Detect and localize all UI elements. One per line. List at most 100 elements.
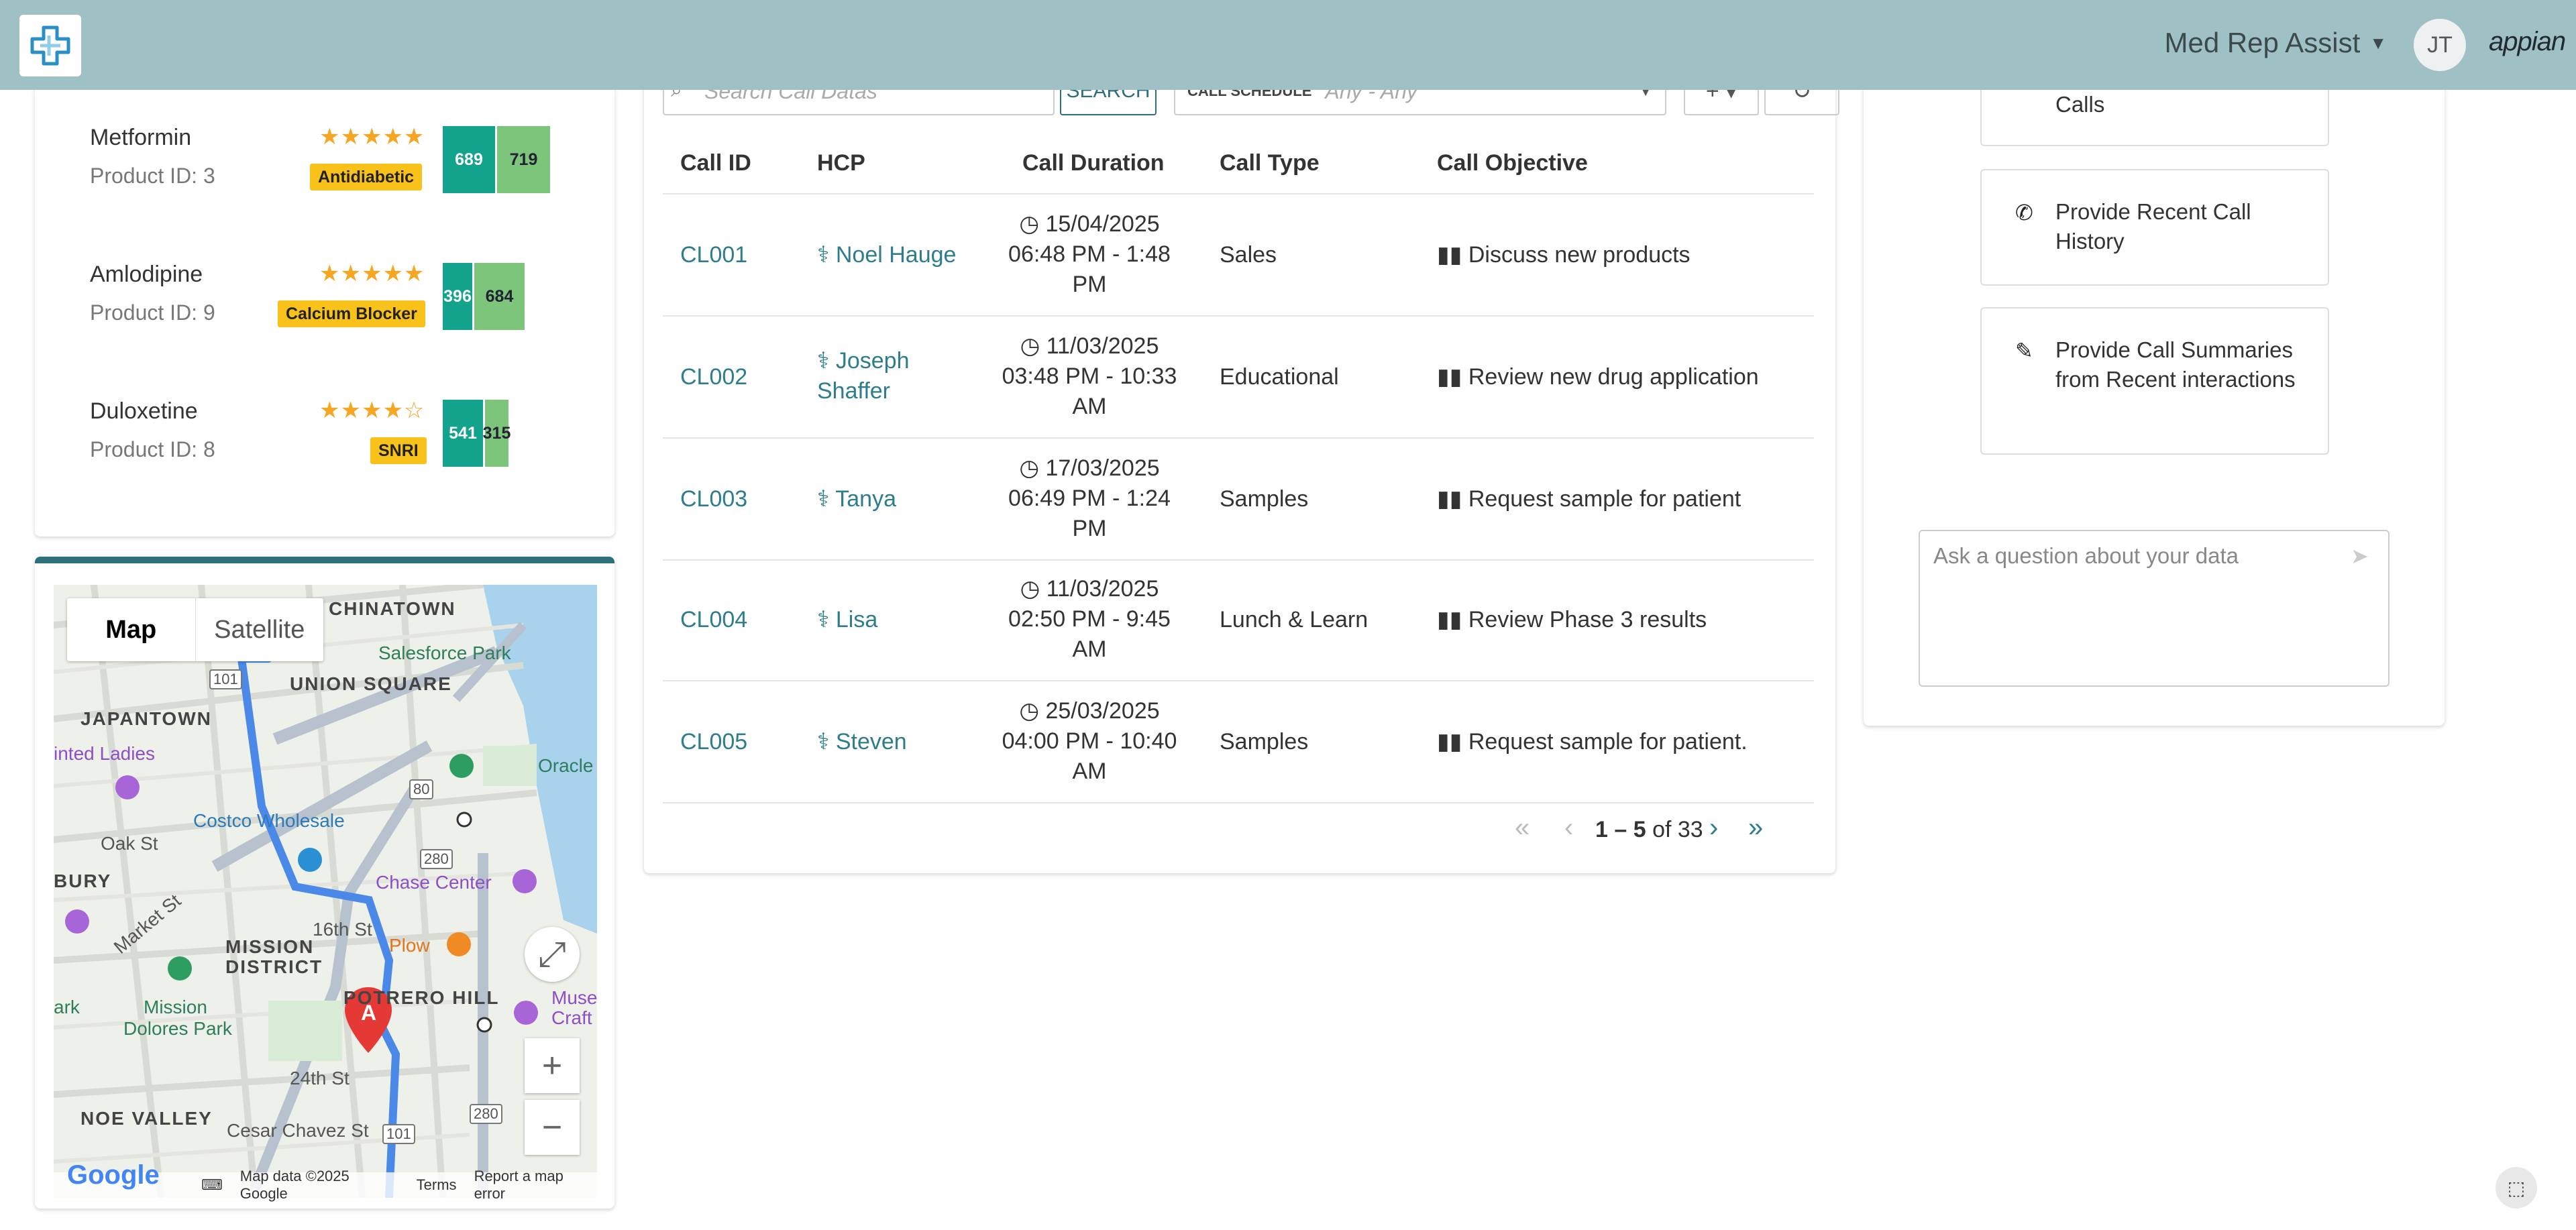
call-duration: ◷ 15/04/2025 06:48 PM - 1:48 PM (989, 209, 1190, 300)
highway-280-shield-south: 280 (470, 1104, 502, 1124)
call-id-link[interactable]: CL002 (680, 362, 747, 392)
col-header-call-id: Call ID (680, 150, 751, 176)
hcp-name: Lisa (835, 607, 878, 632)
map-tab-map[interactable]: Map (67, 598, 196, 661)
first-page-icon[interactable]: « (1515, 813, 1529, 843)
map-label-dolores-park: Dolores Park (123, 1018, 232, 1039)
col-header-call-objective: Call Objective (1437, 150, 1588, 176)
book-icon: ▮▮ (1437, 607, 1462, 632)
map-label-union-square: UNION SQUARE (290, 673, 452, 694)
map-label-salesforce-park: Salesforce Park (378, 642, 511, 663)
header-divider (663, 193, 1814, 194)
suggestion-card-calls[interactable]: Calls (1980, 80, 2329, 146)
pagination-range: 1 – 5 (1595, 817, 1646, 842)
suggestion-card-call-summaries[interactable]: ✎ Provide Call Summaries from Recent int… (1980, 307, 2329, 455)
map-label-japantown: JAPANTOWN (80, 708, 212, 729)
zoom-in-icon[interactable]: + (525, 1038, 580, 1093)
call-date: 17/03/2025 (1045, 455, 1160, 481)
call-time-suffix: AM (1072, 394, 1107, 419)
product-id: Product ID: 3 (90, 164, 215, 188)
user-avatar[interactable]: JT (2414, 19, 2466, 71)
bar-value-a: 689 (443, 126, 495, 193)
map-view[interactable]: A CHINATOWN UNION SQUARE Salesforce Park… (54, 585, 597, 1198)
last-page-icon[interactable]: » (1748, 813, 1763, 843)
book-icon: ▮▮ (1437, 364, 1462, 390)
next-page-icon[interactable]: › (1709, 813, 1718, 843)
product-item: Duloxetine Product ID: 8 ★★★★☆ SNRI 541 … (35, 386, 614, 520)
map-label-craft: Craft (551, 1007, 592, 1028)
col-header-call-type: Call Type (1220, 150, 1320, 176)
call-date: 11/03/2025 (1046, 576, 1159, 602)
previous-page-icon[interactable]: ‹ (1564, 813, 1573, 843)
hcp-link[interactable]: ⚕ Noel Hauge (817, 240, 956, 270)
google-wordmark: Google (67, 1160, 160, 1190)
cursor-feedback-icon[interactable]: ⬚ (2496, 1167, 2537, 1209)
map-type-tabs: Map Satellite (67, 598, 323, 661)
clock-icon: ◷ (1020, 576, 1040, 602)
product-item: Metformin Product ID: 3 ★★★★★ Antidiabet… (35, 113, 614, 247)
call-date: 15/04/2025 (1045, 211, 1160, 237)
call-id-link[interactable]: CL001 (680, 240, 747, 270)
fullscreen-icon[interactable]: ⤢ (525, 927, 580, 982)
sales-bars: 396 684 (443, 263, 525, 330)
map-report-error-link[interactable]: Report a map error (474, 1168, 597, 1203)
call-time-suffix: PM (1072, 272, 1107, 297)
call-type: Educational (1220, 364, 1339, 390)
map-label-chinatown: CHINATOWN (329, 598, 456, 619)
pagination-status: 1 – 5 of 33 (1595, 817, 1703, 843)
app-logo[interactable] (19, 15, 81, 76)
keyboard-icon[interactable]: ⌨ (201, 1176, 223, 1194)
map-label-mission: MISSION (225, 936, 315, 957)
hcp-name: Steven (835, 729, 907, 754)
clock-icon: ◷ (1020, 333, 1040, 359)
hcp-name: Tanya (835, 486, 896, 512)
send-icon[interactable]: ➤ (2351, 543, 2369, 569)
hcp-link[interactable]: ⚕ Joseph Shaffer (817, 346, 910, 406)
phone-icon: ✆ (2015, 201, 2033, 225)
map-label-painted-ladies: inted Ladies (54, 743, 156, 764)
map-label-mission-dolores: Mission (144, 997, 207, 1017)
hcp-link[interactable]: ⚕ Tanya (817, 484, 896, 514)
sales-bars: 689 719 (443, 126, 550, 193)
call-objective: ▮▮ Review new drug application (1437, 362, 1759, 392)
stethoscope-icon: ⚕ (817, 348, 830, 374)
suggestion-text: Provide Call Summaries from Recent inter… (2055, 337, 2296, 392)
call-duration: ◷ 25/03/2025 04:00 PM - 10:40 AM (989, 696, 1190, 787)
rating-stars: ★★★★★ (319, 261, 425, 286)
objective-text: Request sample for patient. (1468, 729, 1748, 754)
ask-question-input[interactable]: Ask a question about your data (1919, 530, 2390, 687)
suggestion-card-call-history[interactable]: ✆ Provide Recent Call History (1980, 169, 2329, 286)
zoom-out-icon[interactable]: − (525, 1100, 580, 1155)
product-name: Duloxetine (90, 398, 198, 424)
appian-logo: appian (2489, 27, 2566, 56)
suggestion-text: Provide Recent Call History (2055, 199, 2251, 254)
call-objective: ▮▮ Review Phase 3 results (1437, 605, 1707, 635)
product-name: Metformin (90, 125, 192, 150)
book-icon: ▮▮ (1437, 486, 1462, 512)
bar-value-a: 541 (443, 400, 483, 467)
clock-icon: ◷ (1019, 698, 1040, 724)
call-time-suffix: PM (1072, 516, 1107, 541)
call-type: Samples (1220, 729, 1309, 754)
call-id-link[interactable]: CL003 (680, 484, 747, 514)
call-id-link[interactable]: CL005 (680, 727, 747, 757)
app-name-label: Med Rep Assist (2164, 27, 2361, 58)
map-terms-link[interactable]: Terms (417, 1176, 457, 1194)
map-label-noe-valley: NOE VALLEY (80, 1108, 213, 1129)
category-badge: Calcium Blocker (278, 300, 425, 327)
hcp-link[interactable]: ⚕ Steven (817, 727, 907, 757)
stethoscope-icon: ⚕ (817, 729, 830, 754)
call-time-suffix: AM (1072, 759, 1107, 784)
map-label-museum: Muse (551, 987, 597, 1008)
hcp-link[interactable]: ⚕ Lisa (817, 605, 877, 635)
col-header-call-duration: Call Duration (1022, 150, 1165, 176)
row-divider (663, 315, 1814, 317)
pencil-icon: ✎ (2015, 339, 2033, 363)
call-id-link[interactable]: CL004 (680, 605, 747, 635)
app-menu[interactable]: Med Rep Assist ▼ (2164, 27, 2387, 59)
row-divider (663, 559, 1814, 561)
hcp-name-line2: Shaffer (817, 378, 891, 404)
call-time-range: 02:50 PM - 9:45 (1008, 606, 1171, 632)
map-label-chase-center: Chase Center (376, 872, 492, 893)
map-tab-satellite[interactable]: Satellite (196, 598, 324, 661)
